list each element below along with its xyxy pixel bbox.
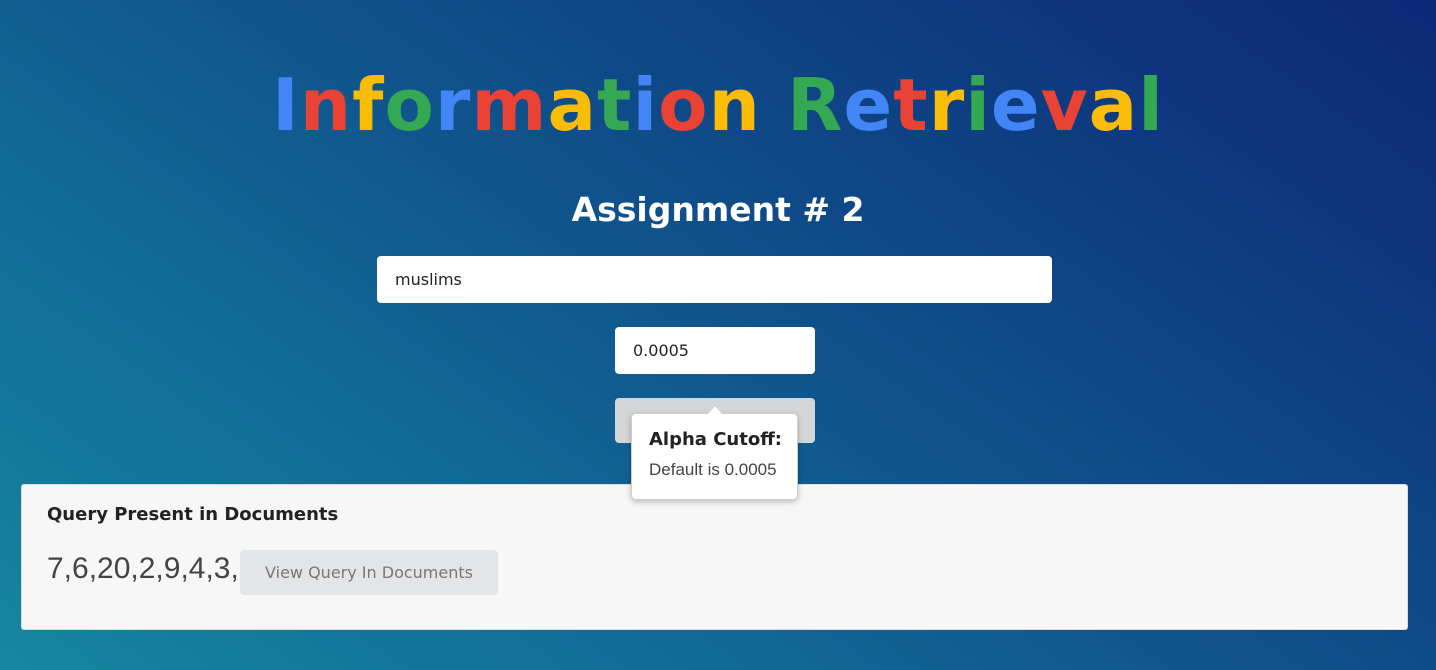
page-title-letter: m (471, 63, 548, 147)
assignment-subtitle: Assignment # 2 (571, 190, 865, 229)
page-title-letter: o (384, 63, 435, 147)
alpha-cutoff-input[interactable] (615, 327, 815, 374)
alpha-cutoff-popover: Alpha Cutoff: Default is 0.0005 (631, 405, 798, 500)
page-title-letter: e (843, 63, 894, 147)
page-title-letter: o (658, 63, 709, 147)
popover-body: Default is 0.0005 (649, 460, 777, 479)
page-title-letter: r (928, 63, 966, 147)
page-title-letter: i (632, 63, 659, 147)
page-title-letter: a (547, 63, 598, 147)
page-title-letter: R (786, 63, 844, 147)
query-input[interactable] (377, 256, 1052, 303)
page-title-letter: n (299, 63, 353, 147)
page-title-letter: e (990, 63, 1041, 147)
results-panel: Query Present in Documents 7,6,20,2,9,4,… (21, 484, 1408, 630)
page-title-letter: a (1088, 63, 1139, 147)
page-title-letter: v (1040, 63, 1089, 147)
page-title-letter: i (965, 63, 991, 147)
results-heading: Query Present in Documents (47, 504, 339, 525)
page-title-letter: r (434, 63, 472, 147)
view-query-in-documents-button[interactable]: View Query In Documents (240, 550, 498, 595)
page-title: Information Retrieval (0, 60, 1436, 150)
page-title-letter: n (708, 63, 761, 147)
page-title-letter: I (272, 63, 300, 147)
document-id-list: 7,6,20,2,9,4,3, (47, 552, 239, 585)
page-title-letter: t (597, 63, 633, 147)
popover-title: Alpha Cutoff: (649, 429, 782, 450)
page-title-letter: l (1138, 63, 1164, 147)
page-title-letter: t (893, 63, 929, 147)
page-title-letter: f (352, 63, 385, 147)
